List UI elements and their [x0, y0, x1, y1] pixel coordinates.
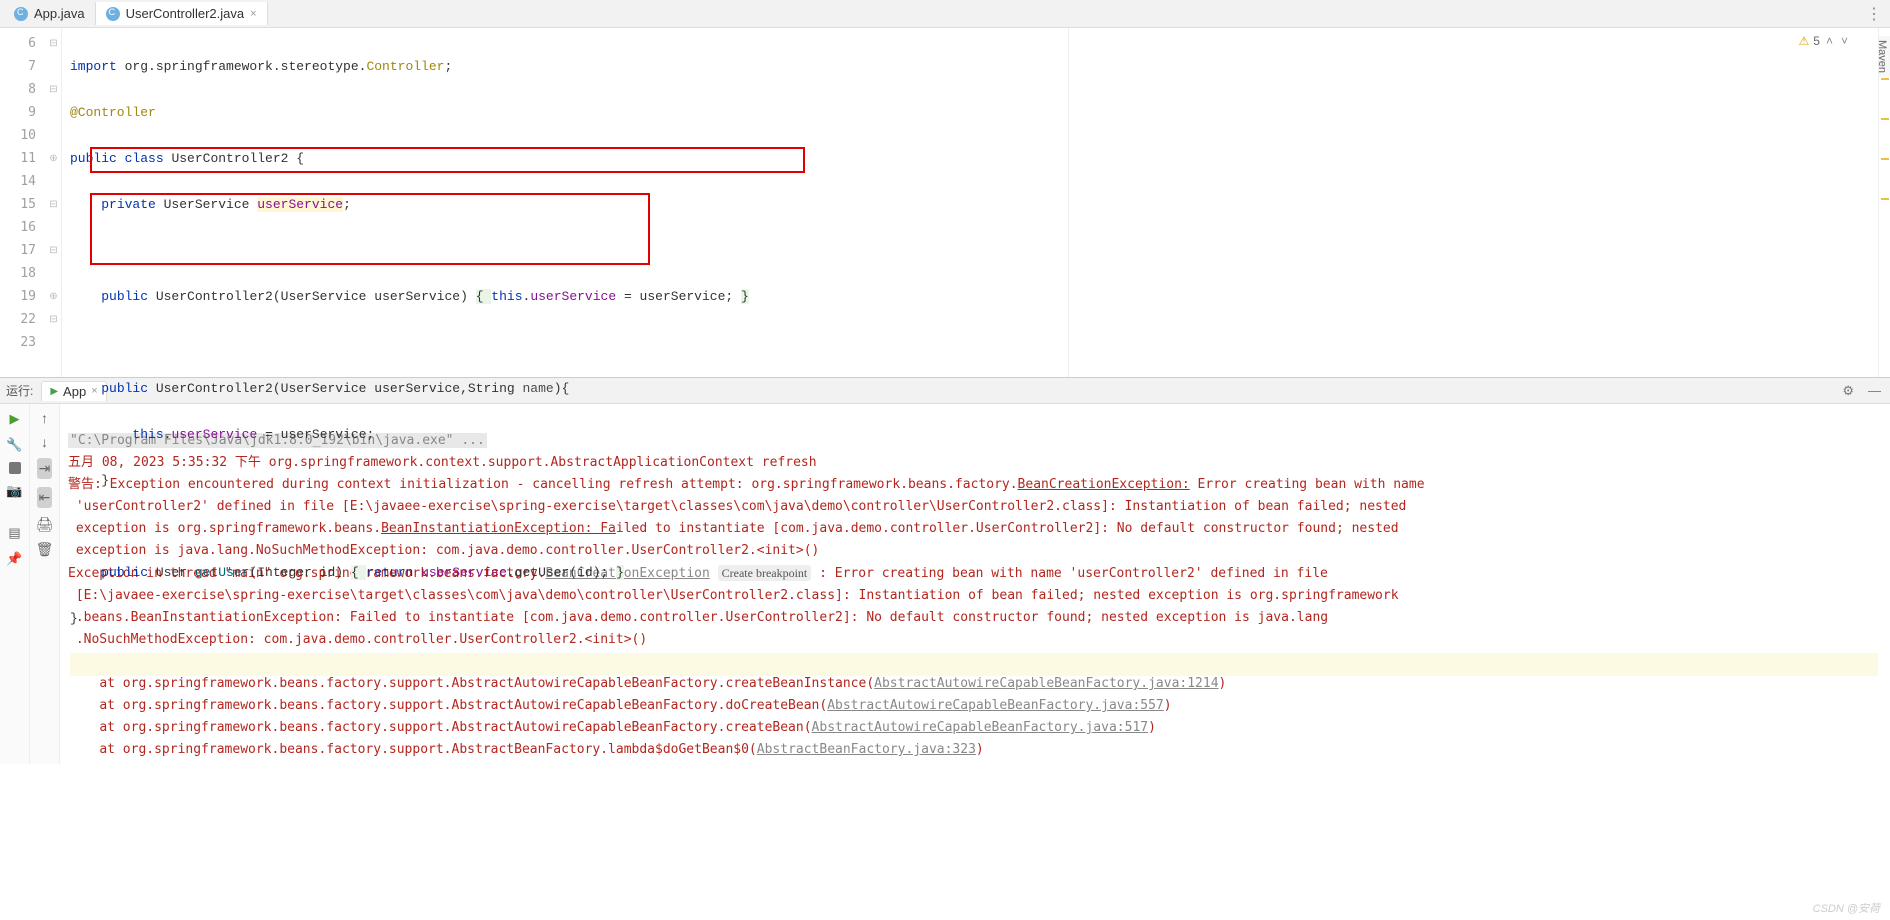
run-label: 运行: [6, 382, 33, 399]
run-toolbar-left: ▶ 🔧 📷 ▤ 📌 [0, 404, 30, 764]
print-icon[interactable]: 🖨 [36, 516, 54, 533]
pin-icon[interactable]: 📌 [6, 550, 24, 568]
scroll-to-end-icon[interactable]: ⇤ [37, 487, 53, 508]
tab-usercontroller2-java[interactable]: UserController2.java × [96, 2, 268, 25]
close-icon[interactable]: × [250, 8, 256, 20]
fold-gutter[interactable]: ⊟⊟ ⊕ ⊟ ⊟⊕ ⊟ [46, 28, 62, 377]
camera-icon[interactable]: 📷 [6, 482, 24, 500]
line-gutter: 678 91011 141516 171819 2223 [0, 28, 46, 377]
code-editor[interactable]: 678 91011 141516 171819 2223 ⊟⊟ ⊕ ⊟ ⊟⊕ ⊟… [0, 28, 1890, 378]
layout-icon[interactable]: ▤ [6, 524, 24, 542]
inspection-badge[interactable]: ⚠ 5 ˄ ˅ [1799, 34, 1850, 48]
scroll-down-icon[interactable]: ↓ [41, 434, 48, 450]
next-highlight-icon[interactable]: ˅ [1839, 34, 1850, 48]
run-ok-icon: ▶ [50, 386, 58, 397]
watermark: CSDN @安荷 [1813, 900, 1880, 916]
warning-icon: ⚠ [1799, 34, 1810, 48]
prev-highlight-icon[interactable]: ˄ [1824, 34, 1835, 48]
tab-label: UserController2.java [126, 6, 245, 21]
clear-icon[interactable]: 🗑 [36, 541, 54, 558]
java-class-icon [14, 7, 28, 21]
run-toolbar-console: ↑ ↓ ⇥ ⇤ 🖨 🗑 [30, 404, 60, 764]
tab-label: App.java [34, 6, 85, 21]
editor-tabs: App.java UserController2.java × ⋮ [0, 0, 1890, 28]
stop-button[interactable] [9, 462, 21, 474]
java-class-icon [106, 7, 120, 21]
soft-wrap-icon[interactable]: ⇥ [37, 458, 53, 479]
code-area[interactable]: import org.springframework.stereotype.Co… [62, 28, 1878, 377]
rerun-button[interactable]: ▶ [6, 410, 24, 428]
wrench-icon[interactable]: 🔧 [6, 436, 24, 454]
tab-app-java[interactable]: App.java [4, 2, 96, 25]
scroll-up-icon[interactable]: ↑ [41, 410, 48, 426]
error-stripe[interactable] [1878, 28, 1890, 377]
tabs-overflow-menu[interactable]: ⋮ [1858, 4, 1890, 24]
